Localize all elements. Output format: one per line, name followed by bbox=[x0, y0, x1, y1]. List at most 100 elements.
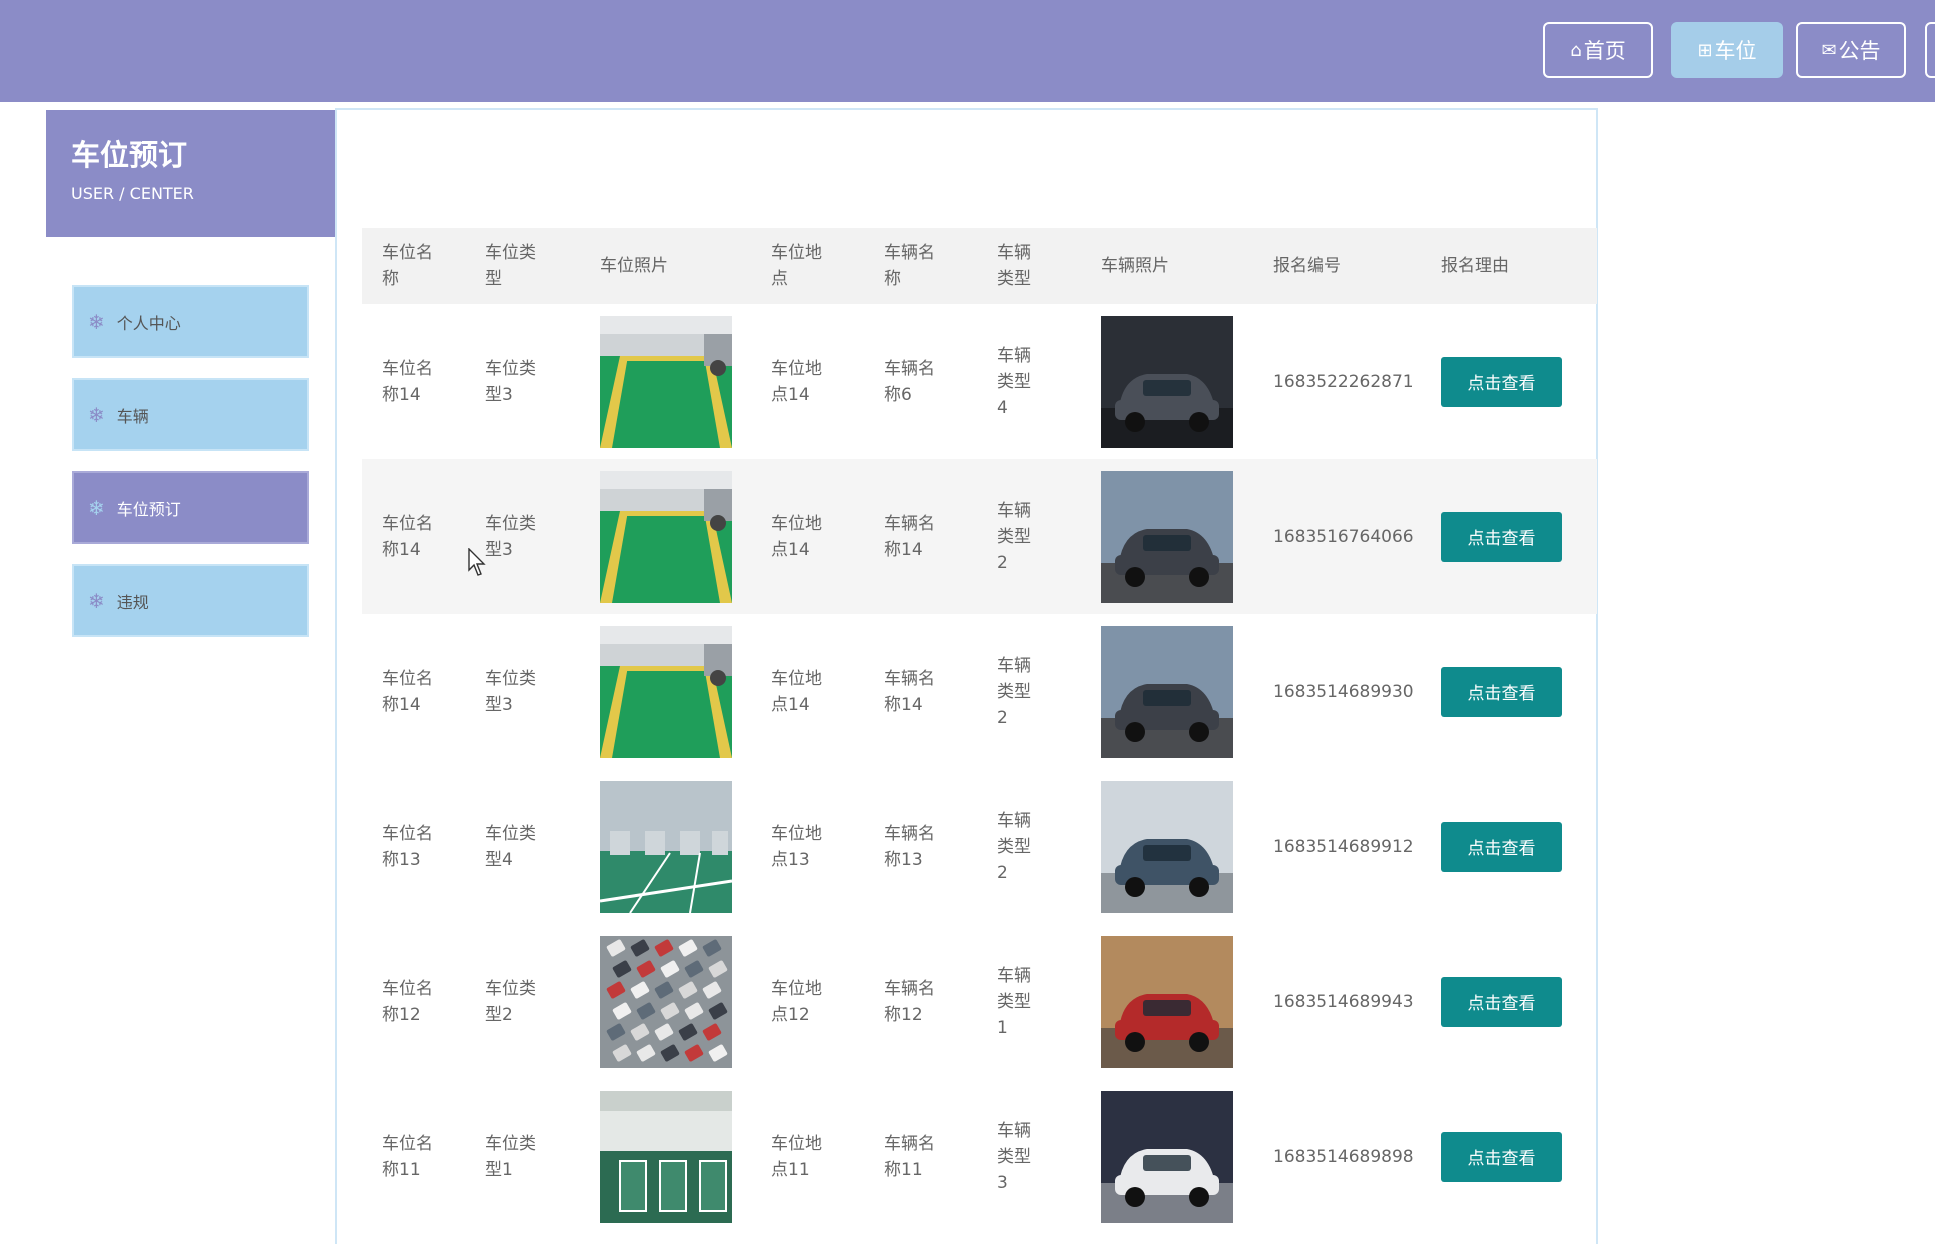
view-details-button[interactable]: 点击查看 bbox=[1441, 666, 1562, 717]
sidebar-subtitle: USER / CENTER bbox=[71, 184, 194, 203]
reason-cell: 点击查看 bbox=[1421, 769, 1597, 924]
vehicle-photo[interactable] bbox=[1081, 924, 1253, 1079]
snowflake-icon: ❄ bbox=[88, 495, 105, 520]
registration-code-cell: 1683514689943 bbox=[1273, 991, 1414, 1012]
vehicle-photo[interactable] bbox=[1081, 1079, 1253, 1234]
view-details-button[interactable]: 点击查看 bbox=[1441, 821, 1562, 872]
vehicle-photo[interactable] bbox=[1081, 769, 1253, 924]
sidebar-title: 车位预订 bbox=[71, 138, 188, 172]
header-vehicle-photo: 车辆照片 bbox=[1101, 256, 1169, 276]
vehicle-type-cell: 车辆类型2 bbox=[997, 655, 1031, 728]
vehicle-name-cell: 车辆名称12 bbox=[884, 978, 935, 1025]
mouse-cursor-icon bbox=[468, 548, 486, 576]
parking-type-cell: 车位类型1 bbox=[485, 1133, 536, 1180]
parking-photo[interactable] bbox=[580, 614, 751, 769]
snowflake-icon: ❄ bbox=[88, 309, 105, 334]
view-details-button[interactable]: 点击查看 bbox=[1441, 511, 1562, 562]
sidebar-item-label: 个人中心 bbox=[116, 313, 181, 333]
nav-home-button[interactable]: ⌂ 首页 bbox=[1543, 22, 1653, 78]
header-parking-name: 车位名称 bbox=[382, 243, 433, 289]
header-parking-location: 车位地点 bbox=[771, 243, 822, 289]
vehicle-name-cell: 车辆名称6 bbox=[884, 358, 935, 405]
header-registration-code: 报名编号 bbox=[1273, 256, 1341, 276]
parking-name-cell: 车位名称11 bbox=[382, 1133, 433, 1180]
nav-parking-label: 车位 bbox=[1714, 39, 1757, 63]
parking-type-cell: 车位类型3 bbox=[485, 513, 536, 560]
header-vehicle-name: 车辆名称 bbox=[884, 243, 935, 289]
parking-type-cell: 车位类型2 bbox=[485, 978, 536, 1025]
parking-icon: ⊞ bbox=[1697, 39, 1713, 61]
sidebar-item-violations[interactable]: ❄ 违规 bbox=[72, 564, 309, 637]
nav-more-button[interactable] bbox=[1925, 22, 1935, 78]
vehicle-type-cell: 车辆类型1 bbox=[997, 965, 1031, 1038]
view-details-button[interactable]: 点击查看 bbox=[1441, 976, 1562, 1027]
table-row: 车位名称11 车位类型1 车位地点11 车辆名称11 车辆类型3 1683514… bbox=[362, 1079, 1597, 1234]
top-navbar: ⌂ 首页 ⊞ 车位 ✉ 公告 bbox=[0, 0, 1935, 102]
parking-type-cell: 车位类型3 bbox=[485, 358, 536, 405]
sidebar-header: 车位预订 USER / CENTER bbox=[46, 110, 335, 237]
reason-cell: 点击查看 bbox=[1421, 924, 1597, 1079]
parking-name-cell: 车位名称14 bbox=[382, 513, 433, 560]
parking-name-cell: 车位名称14 bbox=[382, 668, 433, 715]
parking-photo[interactable] bbox=[580, 1079, 751, 1234]
parking-location-cell: 车位地点14 bbox=[771, 668, 822, 715]
table-row: 车位名称13 车位类型4 车位地点13 车辆名称13 车辆类型2 1683514… bbox=[362, 769, 1597, 924]
sidebar-item-label: 车位预订 bbox=[116, 499, 181, 519]
reason-cell: 点击查看 bbox=[1421, 459, 1597, 614]
sidebar-item-label: 违规 bbox=[116, 592, 149, 612]
nav-parking-button[interactable]: ⊞ 车位 bbox=[1671, 22, 1783, 78]
vehicle-type-cell: 车辆类型2 bbox=[997, 810, 1031, 883]
parking-type-cell: 车位类型4 bbox=[485, 823, 536, 870]
parking-type-cell: 车位类型3 bbox=[485, 668, 536, 715]
registration-code-cell: 1683522262871 bbox=[1273, 371, 1414, 392]
nav-notice-button[interactable]: ✉ 公告 bbox=[1796, 22, 1906, 78]
sidebar-item-vehicles[interactable]: ❄ 车辆 bbox=[72, 378, 309, 451]
nav-notice-label: 公告 bbox=[1838, 39, 1881, 63]
header-parking-type: 车位类型 bbox=[485, 243, 536, 289]
registration-code-cell: 1683514689912 bbox=[1273, 836, 1414, 857]
snowflake-icon: ❄ bbox=[88, 588, 105, 613]
sidebar-item-label: 车辆 bbox=[116, 406, 149, 426]
parking-photo[interactable] bbox=[580, 459, 751, 614]
vehicle-photo[interactable] bbox=[1081, 459, 1253, 614]
parking-name-cell: 车位名称14 bbox=[382, 358, 433, 405]
reason-cell: 点击查看 bbox=[1421, 614, 1597, 769]
parking-location-cell: 车位地点11 bbox=[771, 1133, 822, 1180]
view-details-button[interactable]: 点击查看 bbox=[1441, 356, 1562, 407]
header-vehicle-type: 车辆类型 bbox=[997, 243, 1031, 289]
parking-location-cell: 车位地点12 bbox=[771, 978, 822, 1025]
parking-name-cell: 车位名称13 bbox=[382, 823, 433, 870]
home-icon: ⌂ bbox=[1570, 39, 1582, 61]
vehicle-type-cell: 车辆类型3 bbox=[997, 1120, 1031, 1193]
table-row: 车位名称12 车位类型2 车位地点12 车辆名称12 车辆类型1 1683514… bbox=[362, 924, 1597, 1079]
header-registration-reason: 报名理由 bbox=[1441, 256, 1509, 276]
registration-code-cell: 1683516764066 bbox=[1273, 526, 1414, 547]
registration-code-cell: 1683514689898 bbox=[1273, 1146, 1414, 1167]
table-header-row: 车位名称 车位类型 车位照片 车位地点 车辆名称 车辆类型 车辆照片 报名编号 … bbox=[362, 228, 1597, 304]
table-row: 车位名称14 车位类型3 车位地点14 车辆名称6 车辆类型4 16835222… bbox=[362, 304, 1597, 459]
sidebar-item-personal-center[interactable]: ❄ 个人中心 bbox=[72, 285, 309, 358]
vehicle-type-cell: 车辆类型4 bbox=[997, 345, 1031, 418]
vehicle-name-cell: 车辆名称11 bbox=[884, 1133, 935, 1180]
parking-photo[interactable] bbox=[580, 924, 751, 1079]
parking-name-cell: 车位名称12 bbox=[382, 978, 433, 1025]
sidebar-item-parking-booking[interactable]: ❄ 车位预订 bbox=[72, 471, 309, 544]
header-parking-photo: 车位照片 bbox=[600, 256, 668, 276]
vehicle-photo[interactable] bbox=[1081, 304, 1253, 459]
parking-photo[interactable] bbox=[580, 769, 751, 924]
reason-cell: 点击查看 bbox=[1421, 304, 1597, 459]
nav-home-label: 首页 bbox=[1583, 39, 1626, 63]
view-details-button[interactable]: 点击查看 bbox=[1441, 1131, 1562, 1182]
registration-code-cell: 1683514689930 bbox=[1273, 681, 1414, 702]
vehicle-name-cell: 车辆名称14 bbox=[884, 513, 935, 560]
reason-cell: 点击查看 bbox=[1421, 1079, 1597, 1234]
parking-location-cell: 车位地点14 bbox=[771, 358, 822, 405]
vehicle-name-cell: 车辆名称13 bbox=[884, 823, 935, 870]
vehicle-type-cell: 车辆类型2 bbox=[997, 500, 1031, 573]
booking-table: 车位名称 车位类型 车位照片 车位地点 车辆名称 车辆类型 车辆照片 报名编号 … bbox=[362, 228, 1597, 1234]
vehicle-name-cell: 车辆名称14 bbox=[884, 668, 935, 715]
mail-icon: ✉ bbox=[1821, 39, 1837, 61]
vehicle-photo[interactable] bbox=[1081, 614, 1253, 769]
table-row: 车位名称14 车位类型3 车位地点14 车辆名称14 车辆类型2 1683514… bbox=[362, 614, 1597, 769]
parking-photo[interactable] bbox=[580, 304, 751, 459]
